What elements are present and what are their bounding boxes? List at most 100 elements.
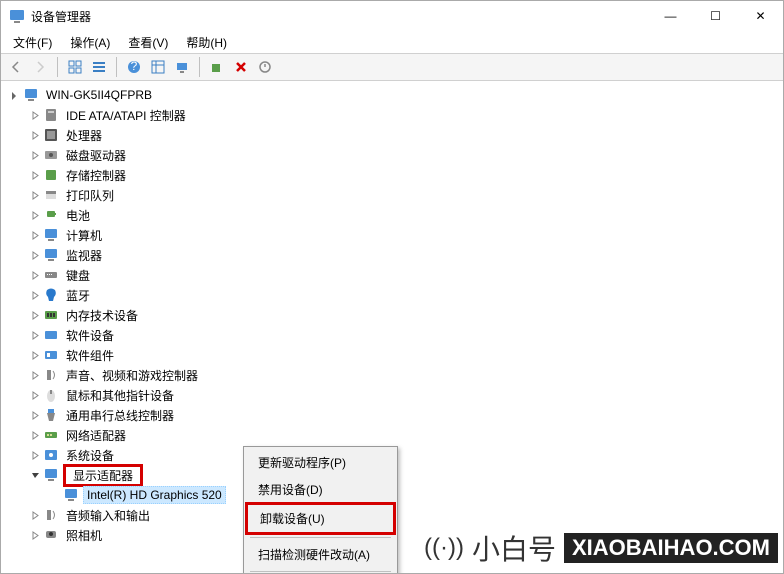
category-icon — [43, 247, 59, 263]
svg-text:?: ? — [131, 60, 138, 73]
category-label: 处理器 — [63, 126, 105, 145]
tree-category[interactable]: 通用串行总线控制器 — [1, 405, 783, 425]
category-icon — [43, 467, 59, 483]
expander-icon[interactable] — [27, 191, 43, 200]
device-tree[interactable]: WIN-GK5II4QFPRB IDE ATA/ATAPI 控制器处理器磁盘驱动… — [1, 81, 783, 573]
category-icon — [43, 447, 59, 463]
ctx-disable-device[interactable]: 禁用设备(D) — [246, 476, 395, 503]
category-icon — [43, 347, 59, 363]
category-label: 系统设备 — [63, 446, 117, 465]
expander-icon[interactable] — [27, 211, 43, 220]
title-bar: 设备管理器 — ☐ ✕ — [1, 1, 783, 31]
tree-category[interactable]: 软件设备 — [1, 325, 783, 345]
tree-category[interactable]: 鼠标和其他指针设备 — [1, 385, 783, 405]
tree-category[interactable]: 键盘 — [1, 265, 783, 285]
expander-icon[interactable] — [27, 291, 43, 300]
category-label: 鼠标和其他指针设备 — [63, 386, 177, 405]
view-details-button[interactable] — [147, 56, 169, 78]
category-label: 声音、视频和游戏控制器 — [63, 366, 201, 385]
logo-en: XIAOBAIHAO.COM — [564, 533, 778, 563]
minimize-button[interactable]: — — [648, 1, 693, 31]
update-driver-button[interactable] — [206, 56, 228, 78]
ctx-scan-hardware[interactable]: 扫描检测硬件改动(A) — [246, 541, 395, 568]
expander-icon[interactable] — [27, 471, 43, 480]
scan-hardware-button[interactable] — [171, 56, 193, 78]
expander-icon[interactable] — [27, 131, 43, 140]
tree-root[interactable]: WIN-GK5II4QFPRB — [1, 85, 783, 105]
uninstall-button[interactable] — [230, 56, 252, 78]
expander-icon[interactable] — [27, 451, 43, 460]
menu-file[interactable]: 文件(F) — [5, 32, 60, 53]
expander-icon[interactable] — [27, 531, 43, 540]
expander-icon[interactable] — [27, 351, 43, 360]
expander-icon[interactable] — [27, 331, 43, 340]
forward-button[interactable] — [29, 56, 51, 78]
category-icon — [43, 287, 59, 303]
expander-icon[interactable] — [27, 391, 43, 400]
view-icons-button[interactable] — [64, 56, 86, 78]
category-label: 监视器 — [63, 246, 105, 265]
category-icon — [43, 147, 59, 163]
ctx-uninstall-device[interactable]: 卸载设备(U) — [248, 505, 393, 532]
category-label: 电池 — [63, 206, 93, 225]
category-icon — [43, 127, 59, 143]
device-icon — [63, 487, 79, 503]
toolbar: ? — [1, 53, 783, 81]
expander-icon[interactable] — [27, 231, 43, 240]
disable-button[interactable] — [254, 56, 276, 78]
category-icon — [43, 227, 59, 243]
tree-category[interactable]: IDE ATA/ATAPI 控制器 — [1, 105, 783, 125]
category-icon — [43, 307, 59, 323]
tree-category[interactable]: 存储控制器 — [1, 165, 783, 185]
category-label: 通用串行总线控制器 — [63, 406, 177, 425]
tree-category[interactable]: 计算机 — [1, 225, 783, 245]
category-label: 显示适配器 — [70, 468, 136, 484]
menu-action[interactable]: 操作(A) — [62, 32, 118, 53]
tree-category[interactable]: 处理器 — [1, 125, 783, 145]
category-label: 网络适配器 — [63, 426, 129, 445]
tree-category[interactable]: 电池 — [1, 205, 783, 225]
close-button[interactable]: ✕ — [738, 1, 783, 31]
window-title: 设备管理器 — [31, 8, 91, 25]
category-icon — [43, 267, 59, 283]
expander-icon[interactable] — [27, 271, 43, 280]
help-button[interactable]: ? — [123, 56, 145, 78]
expander-icon[interactable] — [27, 311, 43, 320]
expander-icon[interactable] — [27, 251, 43, 260]
category-label: 键盘 — [63, 266, 93, 285]
tree-category[interactable]: 内存技术设备 — [1, 305, 783, 325]
tree-category[interactable]: 声音、视频和游戏控制器 — [1, 365, 783, 385]
tree-category[interactable]: 打印队列 — [1, 185, 783, 205]
category-icon — [43, 427, 59, 443]
ctx-update-driver[interactable]: 更新驱动程序(P) — [246, 449, 395, 476]
expander-icon[interactable] — [27, 111, 43, 120]
expander-icon[interactable] — [27, 171, 43, 180]
tree-category[interactable]: 监视器 — [1, 245, 783, 265]
category-label: 软件设备 — [63, 326, 117, 345]
category-icon — [43, 207, 59, 223]
category-label: 蓝牙 — [63, 286, 93, 305]
category-label: 软件组件 — [63, 346, 117, 365]
tree-category[interactable]: 蓝牙 — [1, 285, 783, 305]
category-icon — [43, 167, 59, 183]
category-icon — [43, 407, 59, 423]
category-label: 存储控制器 — [63, 166, 129, 185]
tree-category[interactable]: 网络适配器 — [1, 425, 783, 445]
back-button[interactable] — [5, 56, 27, 78]
logo-cn: 小白号 — [472, 528, 556, 568]
tree-category[interactable]: 磁盘驱动器 — [1, 145, 783, 165]
broadcast-icon: ((·)) — [424, 534, 464, 562]
menu-help[interactable]: 帮助(H) — [178, 32, 235, 53]
view-list-button[interactable] — [88, 56, 110, 78]
maximize-button[interactable]: ☐ — [693, 1, 738, 31]
expander-icon[interactable] — [27, 371, 43, 380]
category-icon — [43, 327, 59, 343]
expander-icon[interactable] — [27, 511, 43, 520]
computer-icon — [23, 87, 39, 103]
tree-category[interactable]: 软件组件 — [1, 345, 783, 365]
expander-icon[interactable] — [27, 411, 43, 420]
menu-view[interactable]: 查看(V) — [120, 32, 176, 53]
expander-icon[interactable] — [7, 91, 23, 100]
expander-icon[interactable] — [27, 151, 43, 160]
expander-icon[interactable] — [27, 431, 43, 440]
